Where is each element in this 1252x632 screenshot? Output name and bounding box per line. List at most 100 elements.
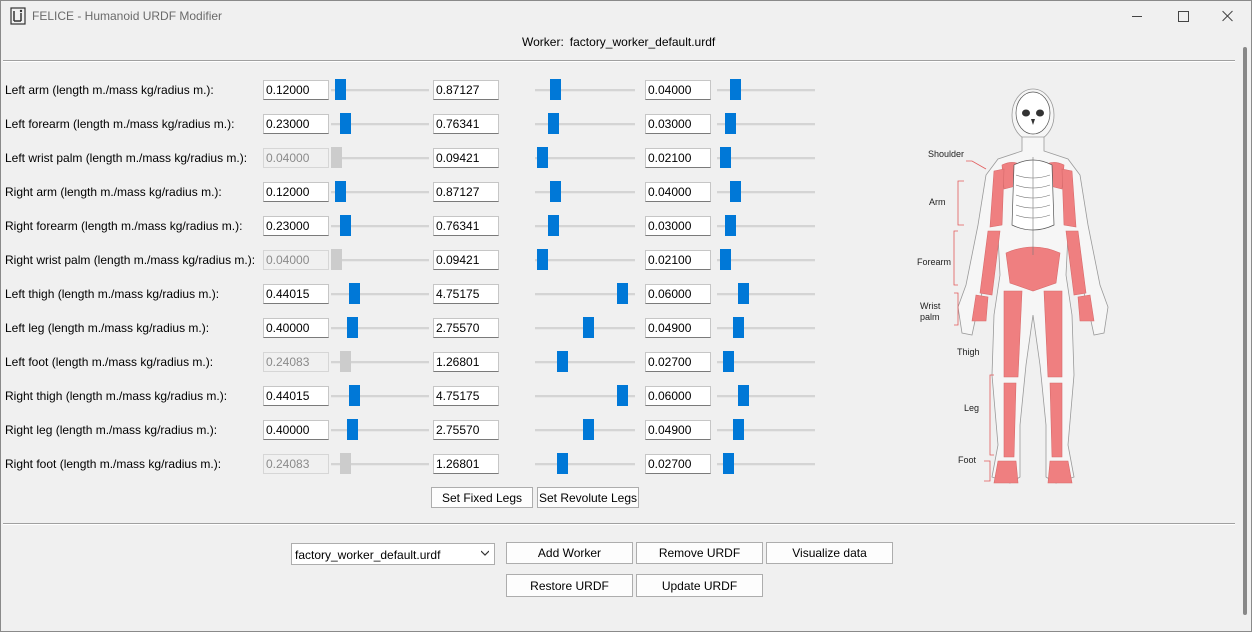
mass-slider[interactable] [535, 283, 635, 305]
add-worker-button[interactable]: Add Worker [506, 542, 633, 564]
slider-thumb[interactable] [724, 215, 736, 236]
length-slider[interactable] [331, 113, 429, 135]
radius-input[interactable] [645, 284, 711, 304]
mass-input[interactable] [433, 386, 499, 406]
mass-input[interactable] [433, 352, 499, 372]
mass-input[interactable] [433, 250, 499, 270]
mass-slider[interactable] [535, 215, 635, 237]
length-slider[interactable] [331, 283, 429, 305]
length-slider[interactable] [331, 79, 429, 101]
slider-thumb[interactable] [550, 79, 561, 100]
mass-slider[interactable] [535, 181, 635, 203]
slider-thumb[interactable] [548, 215, 559, 236]
remove-urdf-button[interactable]: Remove URDF [636, 542, 763, 564]
radius-slider[interactable] [717, 215, 815, 237]
radius-input[interactable] [645, 80, 711, 100]
visualize-data-button[interactable]: Visualize data [766, 542, 893, 564]
slider-thumb[interactable] [557, 453, 568, 474]
radius-slider[interactable] [717, 351, 815, 373]
slider-thumb[interactable] [339, 113, 351, 134]
minimize-button[interactable] [1114, 1, 1160, 31]
radius-slider[interactable] [717, 181, 815, 203]
radius-slider[interactable] [717, 317, 815, 339]
mass-input[interactable] [433, 318, 499, 338]
mass-input[interactable] [433, 114, 499, 134]
mass-slider[interactable] [535, 147, 635, 169]
slider-thumb[interactable] [346, 419, 358, 440]
slider-thumb[interactable] [583, 419, 594, 440]
length-input[interactable] [263, 284, 329, 304]
slider-thumb[interactable] [334, 181, 346, 202]
length-input[interactable] [263, 216, 329, 236]
slider-thumb[interactable] [617, 385, 628, 406]
length-input[interactable] [263, 114, 329, 134]
slider-thumb[interactable] [729, 79, 741, 100]
slider-thumb[interactable] [617, 283, 628, 304]
slider-thumb[interactable] [537, 249, 548, 270]
radius-slider[interactable] [717, 79, 815, 101]
slider-thumb[interactable] [334, 79, 346, 100]
slider-thumb[interactable] [738, 385, 750, 406]
slider-thumb[interactable] [732, 317, 744, 338]
restore-urdf-button[interactable]: Restore URDF [506, 574, 633, 597]
mass-slider[interactable] [535, 385, 635, 407]
length-input[interactable] [263, 318, 329, 338]
slider-thumb[interactable] [722, 351, 734, 372]
slider-thumb[interactable] [583, 317, 594, 338]
slider-thumb[interactable] [348, 283, 360, 304]
radius-slider[interactable] [717, 147, 815, 169]
slider-thumb[interactable] [550, 181, 561, 202]
length-slider[interactable] [331, 215, 429, 237]
length-slider[interactable] [331, 385, 429, 407]
slider-thumb[interactable] [548, 113, 559, 134]
radius-input[interactable] [645, 250, 711, 270]
mass-input[interactable] [433, 454, 499, 474]
radius-input[interactable] [645, 318, 711, 338]
length-slider[interactable] [331, 419, 429, 441]
slider-thumb[interactable] [724, 113, 736, 134]
radius-input[interactable] [645, 352, 711, 372]
radius-slider[interactable] [717, 453, 815, 475]
mass-slider[interactable] [535, 113, 635, 135]
mass-slider[interactable] [535, 249, 635, 271]
slider-thumb[interactable] [722, 453, 734, 474]
slider-thumb[interactable] [339, 215, 351, 236]
mass-slider[interactable] [535, 79, 635, 101]
mass-slider[interactable] [535, 419, 635, 441]
length-input[interactable] [263, 420, 329, 440]
mass-input[interactable] [433, 148, 499, 168]
mass-input[interactable] [433, 420, 499, 440]
radius-input[interactable] [645, 420, 711, 440]
radius-slider[interactable] [717, 113, 815, 135]
mass-slider[interactable] [535, 317, 635, 339]
length-input[interactable] [263, 386, 329, 406]
slider-thumb[interactable] [346, 317, 358, 338]
radius-slider[interactable] [717, 419, 815, 441]
mass-input[interactable] [433, 182, 499, 202]
length-slider[interactable] [331, 317, 429, 339]
radius-slider[interactable] [717, 385, 815, 407]
urdf-file-select[interactable]: factory_worker_default.urdf [291, 543, 495, 565]
radius-slider[interactable] [717, 283, 815, 305]
mass-input[interactable] [433, 216, 499, 236]
slider-thumb[interactable] [738, 283, 750, 304]
slider-thumb[interactable] [732, 419, 744, 440]
slider-thumb[interactable] [348, 385, 360, 406]
radius-input[interactable] [645, 182, 711, 202]
slider-thumb[interactable] [557, 351, 568, 372]
radius-input[interactable] [645, 114, 711, 134]
radius-input[interactable] [645, 148, 711, 168]
slider-thumb[interactable] [719, 147, 731, 168]
mass-slider[interactable] [535, 351, 635, 373]
mass-slider[interactable] [535, 453, 635, 475]
radius-input[interactable] [645, 386, 711, 406]
length-slider[interactable] [331, 181, 429, 203]
scrollbar-thumb[interactable] [1243, 47, 1247, 615]
vertical-scrollbar[interactable] [1241, 47, 1249, 617]
radius-input[interactable] [645, 454, 711, 474]
mass-input[interactable] [433, 284, 499, 304]
length-input[interactable] [263, 182, 329, 202]
update-urdf-button[interactable]: Update URDF [636, 574, 763, 597]
close-button[interactable] [1205, 1, 1251, 31]
slider-thumb[interactable] [719, 249, 731, 270]
